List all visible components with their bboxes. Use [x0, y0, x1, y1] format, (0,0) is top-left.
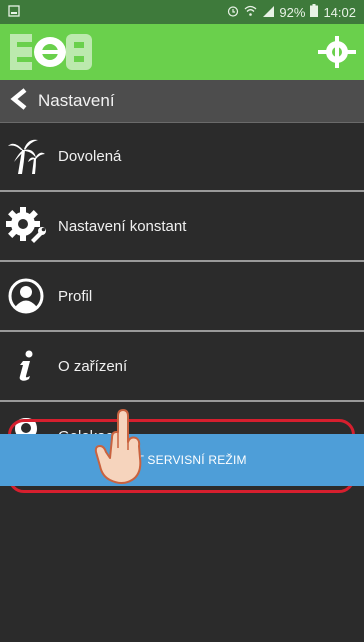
menu-item-profil[interactable]: Profil — [0, 262, 364, 332]
eob-logo — [10, 32, 98, 77]
palm-tree-icon — [0, 121, 52, 191]
battery-level: 92% — [279, 4, 306, 20]
back-button[interactable] — [0, 80, 38, 122]
page-title: Nastavení — [38, 91, 115, 110]
menu-item-label: Dovolená — [58, 147, 122, 165]
signal-icon — [262, 5, 275, 20]
alarm-icon — [227, 5, 239, 20]
notification-icon — [8, 4, 20, 20]
toolbar: Nastavení — [0, 80, 364, 123]
wifi-icon — [244, 5, 257, 20]
gear-wrench-icon — [0, 191, 52, 261]
menu-item-label: Profil — [58, 287, 93, 305]
menu-item-label: O zařízení — [58, 357, 128, 375]
menu-item-dovolena[interactable]: Dovolená — [0, 122, 364, 192]
status-bar: 92% 14:02 — [0, 0, 364, 24]
user-circle-icon — [0, 261, 52, 331]
clock: 14:02 — [323, 4, 356, 20]
app-bar — [0, 24, 364, 80]
target-icon[interactable] — [318, 34, 356, 75]
menu-item-label: Nastavení konstant — [58, 217, 187, 235]
tap-hand-icon — [92, 408, 148, 489]
battery-icon — [310, 4, 319, 20]
service-mode-button[interactable]: STIT SERVISNÍ REŽIM — [0, 434, 364, 486]
info-icon — [0, 331, 52, 401]
menu-item-o-zarizeni[interactable]: O zařízení — [0, 332, 364, 402]
chevron-left-icon — [10, 87, 28, 115]
menu-item-nastaveni-konstant[interactable]: Nastavení konstant — [0, 192, 364, 262]
